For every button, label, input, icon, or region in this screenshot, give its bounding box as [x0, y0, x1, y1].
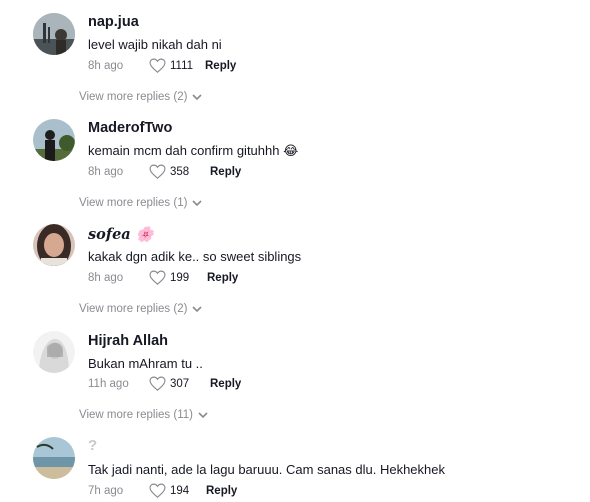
comment-text: level wajib nikah dah ni [88, 37, 222, 52]
comment-text: kakak dgn adik ke.. so sweet siblings [88, 249, 302, 264]
comment-time: 7h ago [88, 485, 124, 497]
heart-icon [149, 483, 166, 498]
comment-username[interactable]: Hijrah Allah [88, 333, 168, 349]
view-more-replies[interactable]: View more replies (2) [79, 303, 203, 315]
comment-text: Bukan mAhram tu .. [88, 356, 203, 371]
like-button[interactable]: 199 [149, 270, 189, 285]
like-button[interactable]: 358 [149, 164, 189, 179]
comment-meta: 8h ago [88, 60, 123, 72]
avatar-image-icon [33, 224, 75, 266]
comment-text: Tak jadi nanti, ade la lagu baruuu. Cam … [88, 462, 445, 477]
comment-meta: 8h ago [88, 166, 123, 178]
like-count: 358 [170, 165, 190, 178]
like-button[interactable]: 307 [149, 376, 189, 391]
comment-username[interactable]: nap.jua [88, 14, 139, 30]
comment-time: 8h ago [88, 60, 124, 72]
view-more-replies[interactable]: View more replies (1) [79, 197, 203, 209]
avatar[interactable] [33, 331, 75, 373]
avatar[interactable] [33, 224, 75, 266]
comment-text: kemain mcm dah confirm gituhhh 😂 [88, 143, 298, 159]
view-more-label: View more replies (2) [79, 91, 188, 103]
avatar[interactable] [33, 437, 75, 479]
comment-username[interactable]: 𝒔𝒐𝒇𝒆𝒂 🌸 [88, 226, 154, 243]
chevron-down-icon [192, 93, 203, 100]
view-more-label: View more replies (11) [79, 409, 193, 421]
comment-time: 11h ago [88, 378, 129, 390]
avatar-image-icon [33, 331, 75, 373]
reply-button[interactable]: Reply [206, 485, 237, 497]
comment-meta: 11h ago [88, 378, 129, 390]
heart-icon [149, 164, 166, 179]
comment-username[interactable]: MaderofTwo [88, 120, 172, 136]
comment-text-body: kemain mcm dah confirm gituhhh [88, 143, 280, 158]
avatar-image-icon [33, 437, 75, 479]
flower-emoji-icon: 🌸 [135, 226, 154, 243]
chevron-down-icon [198, 411, 208, 418]
like-count: 307 [170, 377, 190, 390]
chevron-down-icon [192, 199, 203, 206]
comment-time: 8h ago [88, 166, 124, 178]
comment-username[interactable]: ? [88, 437, 97, 454]
avatar-image-icon [33, 13, 75, 55]
like-button[interactable]: 1111 [149, 58, 193, 73]
view-more-replies[interactable]: View more replies (2) [79, 91, 203, 103]
reply-button[interactable]: Reply [210, 378, 241, 390]
comment-meta: 7h ago [88, 485, 123, 497]
reply-button[interactable]: Reply [207, 272, 238, 284]
view-more-label: View more replies (2) [79, 303, 188, 315]
avatar[interactable] [33, 13, 75, 55]
reply-button[interactable]: Reply [205, 60, 236, 72]
username-text: 𝒔𝒐𝒇𝒆𝒂 [88, 226, 131, 243]
like-count: 199 [170, 271, 190, 284]
heart-icon [149, 376, 166, 391]
heart-icon [149, 58, 166, 73]
like-count: 1111 [170, 59, 194, 72]
reply-button[interactable]: Reply [210, 166, 241, 178]
avatar[interactable] [33, 119, 75, 161]
comment-time: 8h ago [88, 272, 124, 284]
view-more-replies[interactable]: View more replies (11) [79, 409, 208, 421]
avatar-image-icon [33, 119, 75, 161]
comment-meta: 8h ago [88, 272, 123, 284]
like-button[interactable]: 194 [149, 483, 189, 498]
like-count: 194 [170, 484, 190, 497]
laughing-emoji-icon: 😂 [283, 143, 299, 158]
chevron-down-icon [192, 305, 203, 312]
heart-icon [149, 270, 166, 285]
view-more-label: View more replies (1) [79, 197, 188, 209]
